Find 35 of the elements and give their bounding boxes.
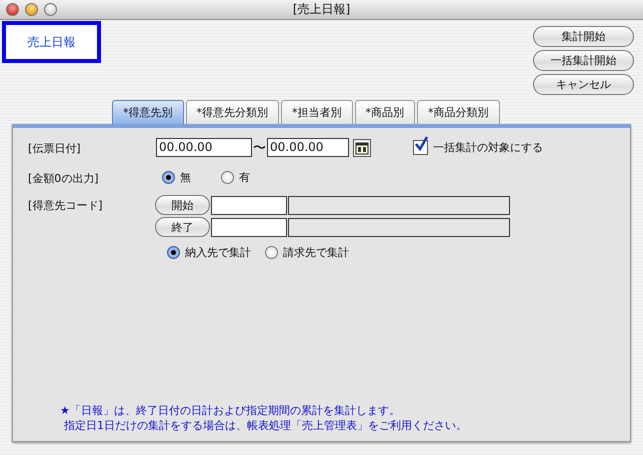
tab[interactable]: *商品別	[354, 100, 415, 124]
date-to-field[interactable]: 00.00.00	[267, 138, 349, 157]
radio-button[interactable]	[167, 246, 180, 259]
tab[interactable]: *得意先分類別	[186, 100, 279, 124]
radio-button[interactable]	[265, 246, 278, 259]
end-button[interactable]: 終了	[155, 217, 210, 237]
note-text: ★「日報」は、終了日付の日計および指定期間の累計を集計します。	[60, 403, 401, 418]
end-code-field[interactable]	[211, 218, 287, 236]
minimize-button[interactable]	[25, 3, 38, 16]
tab[interactable]: *担当者別	[281, 100, 352, 124]
checkbox-label: 一括集計の対象にする	[433, 140, 543, 155]
action-button[interactable]: 集計開始	[533, 26, 634, 47]
start-button[interactable]: 開始	[155, 195, 210, 215]
zoom-button[interactable]	[44, 3, 57, 16]
field-label: [金額0の出力]	[28, 171, 100, 186]
window-title: [売上日報]	[292, 1, 350, 18]
range-separator: 〜	[253, 140, 266, 156]
calendar-icon[interactable]	[353, 138, 371, 156]
action-button[interactable]: 一括集計開始	[533, 50, 634, 71]
close-button[interactable]	[6, 3, 19, 16]
note-text: 指定日1日だけの集計をする場合は、帳表処理「売上管理表」をご利用ください。	[63, 418, 468, 433]
start-code-field[interactable]	[211, 196, 287, 214]
report-title: 売上日報	[2, 21, 101, 63]
radio-label: 請求先で集計	[283, 245, 349, 260]
tab[interactable]: *商品分類別	[417, 100, 500, 124]
field-label: [伝票日付]	[28, 141, 82, 157]
radio-button[interactable]	[221, 170, 234, 184]
radio-button[interactable]	[162, 170, 175, 184]
radio-label: 有	[239, 170, 250, 184]
tab[interactable]: *得意先別	[112, 100, 184, 124]
radio-label: 無	[180, 170, 191, 184]
field-label: [得意先コード]	[28, 198, 104, 214]
action-button[interactable]: キャンセル	[533, 74, 634, 95]
radio-label: 納入先で集計	[185, 245, 251, 260]
date-from-field[interactable]: 00.00.00	[156, 138, 252, 157]
